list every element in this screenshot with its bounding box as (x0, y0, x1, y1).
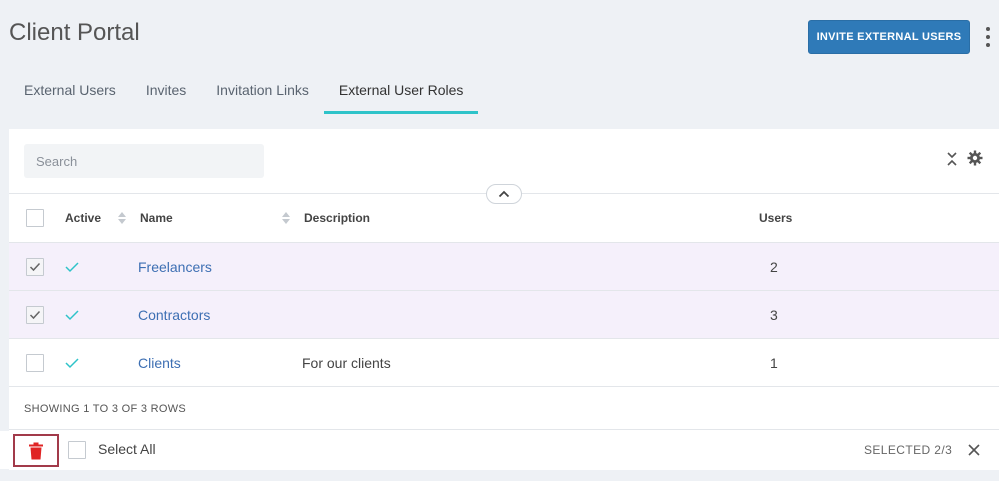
sort-icon[interactable] (118, 212, 126, 224)
tab-external-user-roles[interactable]: External User Roles (323, 68, 479, 114)
close-icon[interactable] (968, 444, 980, 456)
collapse-icon[interactable] (946, 151, 958, 167)
selected-count: SELECTED 2/3 (864, 443, 953, 457)
trash-icon (29, 442, 43, 459)
column-header-users: Users (759, 211, 793, 225)
checkmark-icon (29, 262, 41, 272)
role-users-count: 2 (770, 259, 778, 275)
invite-external-users-button[interactable]: INVITE EXTERNAL USERS (808, 20, 970, 54)
column-header-name[interactable]: Name (140, 194, 173, 242)
gear-icon[interactable] (967, 150, 983, 166)
roles-panel: Active Name Description Users Freelancer… (9, 129, 999, 470)
table-row[interactable]: Clients For our clients 1 (9, 339, 999, 387)
sort-icon[interactable] (282, 212, 290, 224)
role-name-link[interactable]: Freelancers (138, 243, 212, 291)
role-description: For our clients (302, 355, 391, 371)
role-name-link[interactable]: Clients (138, 339, 181, 387)
more-options-icon[interactable] (982, 27, 994, 47)
active-check-icon (65, 358, 79, 369)
role-users-count: 3 (770, 307, 778, 323)
role-users-count: 1 (770, 355, 778, 371)
delete-button[interactable] (13, 434, 59, 467)
select-all-header-checkbox[interactable] (26, 209, 44, 227)
row-checkbox[interactable] (26, 354, 44, 372)
select-all-label[interactable]: Select All (98, 441, 156, 457)
page-title: Client Portal (9, 19, 140, 46)
table-row[interactable]: Contractors 3 (9, 291, 999, 339)
tab-external-users[interactable]: External Users (9, 68, 131, 114)
chevron-up-icon (498, 190, 510, 198)
tab-bar: External Users Invites Invitation Links … (9, 68, 478, 114)
tab-invitation-links[interactable]: Invitation Links (201, 68, 324, 114)
row-checkbox[interactable] (26, 258, 44, 276)
active-check-icon (65, 310, 79, 321)
tab-invites[interactable]: Invites (131, 68, 201, 114)
active-check-icon (65, 262, 79, 273)
row-checkbox[interactable] (26, 306, 44, 324)
role-name-link[interactable]: Contractors (138, 291, 210, 339)
column-header-active[interactable]: Active (65, 194, 101, 242)
checkmark-icon (29, 310, 41, 320)
search-input[interactable] (24, 144, 264, 178)
toggle-filters-button[interactable] (486, 184, 522, 204)
table-row[interactable]: Freelancers 2 (9, 243, 999, 291)
divider (9, 429, 999, 430)
rows-summary: SHOWING 1 TO 3 OF 3 ROWS (24, 403, 187, 415)
column-header-description: Description (304, 211, 371, 225)
bulk-action-bar: Select All SELECTED 2/3 (0, 431, 999, 469)
select-all-checkbox[interactable] (68, 441, 86, 459)
